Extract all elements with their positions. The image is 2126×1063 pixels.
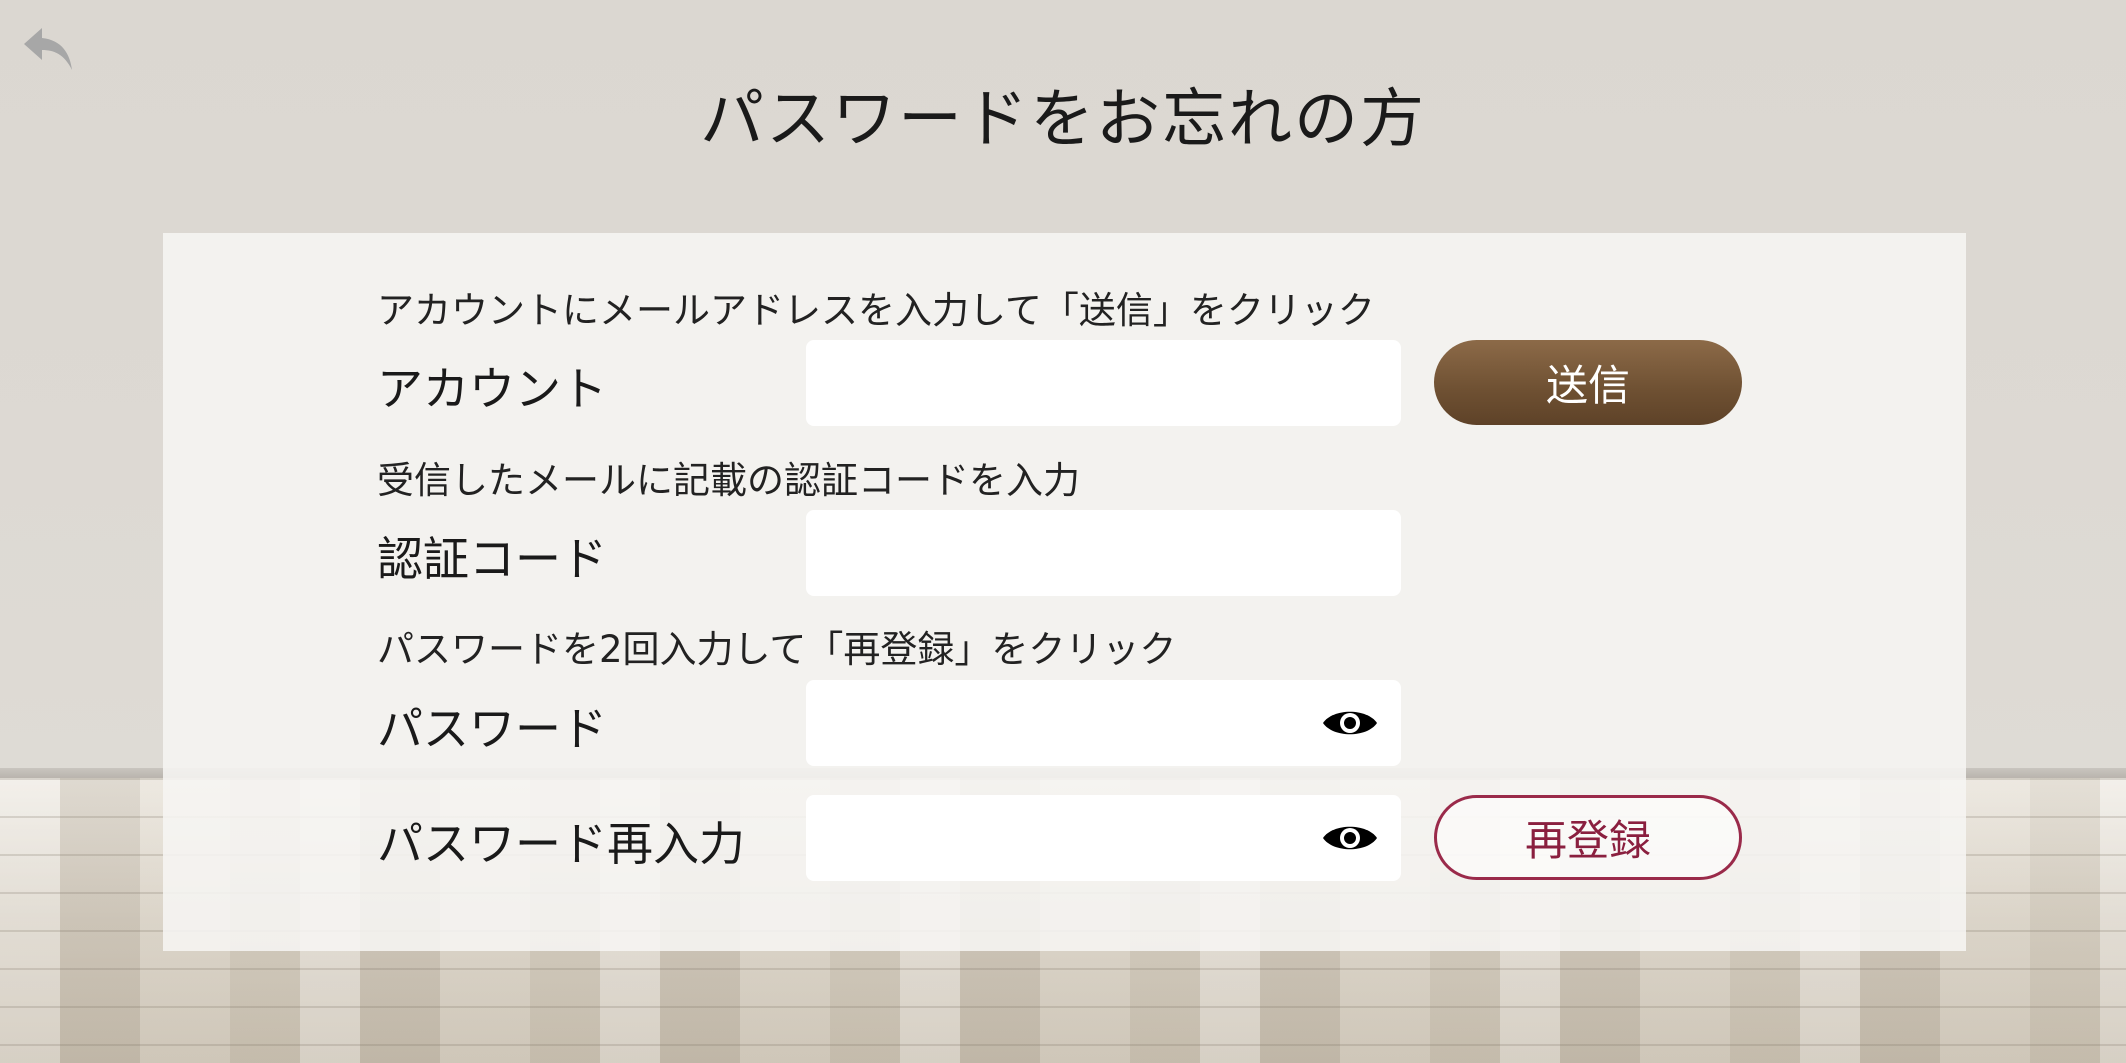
password-instruction: パスワードを2回入力して「再登録」をクリック bbox=[377, 628, 1177, 671]
eye-icon[interactable] bbox=[1321, 702, 1379, 744]
password-confirm-input[interactable] bbox=[806, 795, 1401, 881]
code-input[interactable] bbox=[806, 510, 1401, 596]
code-label: 認証コード bbox=[377, 532, 607, 586]
re-register-button[interactable]: 再登録 bbox=[1434, 795, 1742, 880]
send-button[interactable]: 送信 bbox=[1434, 340, 1742, 425]
password-input[interactable] bbox=[806, 680, 1401, 766]
password-label: パスワード bbox=[377, 702, 607, 756]
account-label: アカウント bbox=[377, 362, 607, 416]
account-input[interactable] bbox=[806, 340, 1401, 426]
account-field[interactable] bbox=[806, 340, 1401, 426]
password-confirm-field[interactable] bbox=[806, 795, 1401, 881]
code-instruction: 受信したメールに記載の認証コードを入力 bbox=[377, 459, 1080, 502]
password-field[interactable] bbox=[806, 680, 1401, 766]
account-instruction: アカウントにメールアドレスを入力して「送信」をクリック bbox=[377, 289, 1375, 332]
code-field[interactable] bbox=[806, 510, 1401, 596]
password-confirm-label: パスワード再入力 bbox=[377, 817, 745, 871]
page-title: パスワードをお忘れの方 bbox=[700, 83, 1426, 157]
eye-icon[interactable] bbox=[1321, 817, 1379, 859]
